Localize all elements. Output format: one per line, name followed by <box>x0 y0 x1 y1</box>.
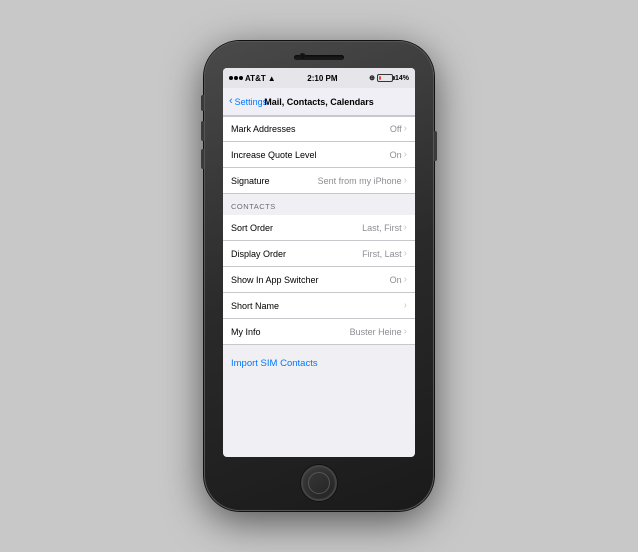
cell-label: Short Name <box>231 301 279 311</box>
cell-value: On <box>390 275 402 285</box>
import-sim-contacts-link[interactable]: Import SIM Contacts <box>231 358 318 369</box>
chevron-right-icon: › <box>404 275 407 285</box>
battery-percent: 14% <box>395 75 409 82</box>
signal-dot-3 <box>239 76 243 80</box>
signal-dot-1 <box>229 76 233 80</box>
cell-value: Buster Heine <box>350 327 402 337</box>
cell-label: Display Order <box>231 249 286 259</box>
cell-value-group: Buster Heine › <box>350 327 407 337</box>
chevron-right-icon: › <box>404 150 407 160</box>
signal-indicator <box>229 76 243 80</box>
navigation-bar: ‹ Settings Mail, Contacts, Calendars <box>223 88 415 116</box>
chevron-right-icon: › <box>404 301 407 311</box>
battery-fill <box>379 76 381 80</box>
volume-up-button[interactable] <box>201 121 204 141</box>
settings-content: Mark Addresses Off › Increase Quote Leve… <box>223 116 415 379</box>
carrier-label: AT&T <box>245 74 266 83</box>
chevron-right-icon: › <box>404 223 407 233</box>
list-item[interactable]: Mark Addresses Off › <box>223 116 415 142</box>
cell-value-group: First, Last › <box>362 249 407 259</box>
cell-value: First, Last <box>362 249 402 259</box>
cell-value-group: On › <box>390 150 407 160</box>
cell-label: Signature <box>231 176 270 186</box>
chevron-right-icon: › <box>404 176 407 186</box>
home-button-inner <box>308 472 330 494</box>
cell-value: Last, First <box>362 223 402 233</box>
status-bar: AT&T ▲ 2:10 PM ⊕ 14% <box>223 68 415 88</box>
home-button[interactable] <box>301 465 337 501</box>
list-item[interactable]: Increase Quote Level On › <box>223 142 415 168</box>
cell-value: Off <box>390 124 402 134</box>
list-item[interactable]: Signature Sent from my iPhone › <box>223 168 415 194</box>
list-item[interactable]: Show In App Switcher On › <box>223 267 415 293</box>
nav-title: Mail, Contacts, Calendars <box>264 97 374 107</box>
phone-device: AT&T ▲ 2:10 PM ⊕ 14% ‹ Settings Mail, Co… <box>204 41 434 511</box>
sleep-wake-button[interactable] <box>434 131 437 161</box>
back-button[interactable]: ‹ Settings <box>229 96 267 107</box>
chevron-right-icon: › <box>404 249 407 259</box>
cell-label: Show In App Switcher <box>231 275 319 285</box>
volume-down-button[interactable] <box>201 149 204 169</box>
cell-label: Mark Addresses <box>231 124 296 134</box>
cell-value-group: › <box>402 301 407 311</box>
cell-label: Sort Order <box>231 223 273 233</box>
cell-value: Sent from my iPhone <box>318 176 402 186</box>
cell-value-group: On › <box>390 275 407 285</box>
mail-section: Mark Addresses Off › Increase Quote Leve… <box>223 116 415 194</box>
cell-value-group: Off › <box>390 124 407 134</box>
cell-value: On <box>390 150 402 160</box>
chevron-right-icon: › <box>404 124 407 134</box>
status-left: AT&T ▲ <box>229 74 276 83</box>
signal-dot-2 <box>234 76 238 80</box>
camera <box>299 53 306 60</box>
list-item[interactable]: Sort Order Last, First › <box>223 215 415 241</box>
status-time: 2:10 PM <box>307 74 337 83</box>
contacts-section: CONTACTS Sort Order Last, First › Displa… <box>223 194 415 345</box>
battery-indicator <box>377 74 393 82</box>
list-item[interactable]: Short Name › <box>223 293 415 319</box>
cell-label: Increase Quote Level <box>231 150 317 160</box>
cell-value-group: Sent from my iPhone › <box>318 176 407 186</box>
import-section: Import SIM Contacts <box>223 345 415 379</box>
back-label: Settings <box>235 97 268 107</box>
back-chevron-icon: ‹ <box>229 96 233 107</box>
chevron-right-icon: › <box>404 327 407 337</box>
cell-label: My Info <box>231 327 261 337</box>
wifi-icon: ▲ <box>268 74 276 83</box>
cell-value-group: Last, First › <box>362 223 407 233</box>
list-item[interactable]: My Info Buster Heine › <box>223 319 415 345</box>
mute-switch[interactable] <box>201 95 204 111</box>
status-right: ⊕ 14% <box>369 74 409 82</box>
section-header-contacts: CONTACTS <box>223 194 415 215</box>
screen: AT&T ▲ 2:10 PM ⊕ 14% ‹ Settings Mail, Co… <box>223 68 415 457</box>
location-icon: ⊕ <box>369 74 375 82</box>
list-item[interactable]: Display Order First, Last › <box>223 241 415 267</box>
